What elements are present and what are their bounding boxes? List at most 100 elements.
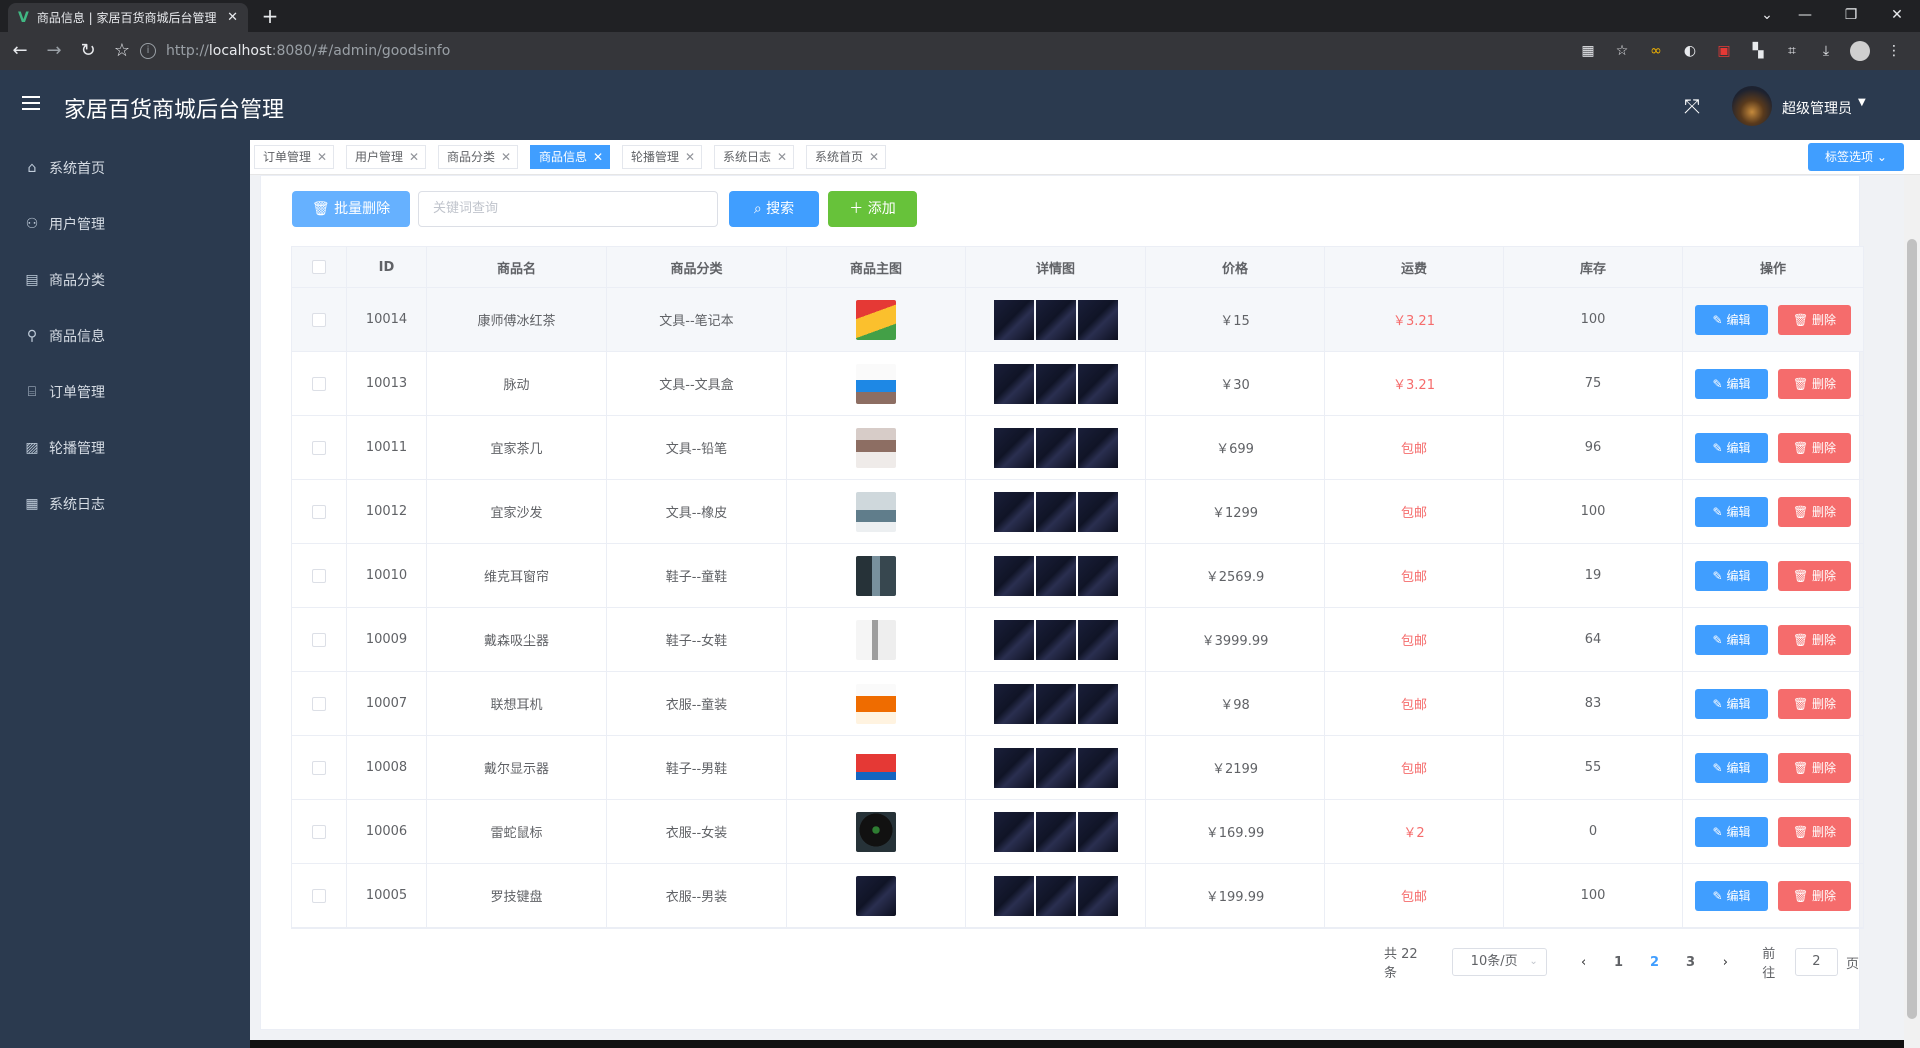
edit-button[interactable]: ✎ 编辑 bbox=[1695, 816, 1768, 847]
detail-image[interactable] bbox=[993, 683, 1034, 724]
detail-image[interactable] bbox=[1035, 875, 1076, 916]
row-checkbox[interactable] bbox=[312, 312, 326, 327]
sidebar-item[interactable]: ⚇ 用户管理 bbox=[0, 196, 250, 252]
detail-image[interactable] bbox=[1035, 747, 1076, 788]
row-checkbox[interactable] bbox=[312, 824, 326, 839]
back-icon[interactable]: ← bbox=[6, 37, 34, 65]
detail-image[interactable] bbox=[993, 363, 1034, 404]
sidebar-item[interactable]: ⚲ 商品信息 bbox=[0, 308, 250, 364]
search-button[interactable]: ⌕ 搜索 bbox=[729, 191, 819, 227]
delete-button[interactable]: 🗑 删除 bbox=[1778, 624, 1851, 655]
extension-grid-icon[interactable]: ▚ bbox=[1748, 43, 1768, 59]
row-checkbox[interactable] bbox=[312, 760, 326, 775]
product-thumbnail[interactable] bbox=[856, 299, 896, 340]
tag-item[interactable]: 用户管理 ✕ bbox=[346, 145, 427, 169]
detail-image[interactable] bbox=[1077, 811, 1118, 852]
tag-item[interactable]: 系统首页 ✕ bbox=[806, 145, 887, 169]
bookmark-star-icon[interactable]: ☆ bbox=[108, 37, 136, 65]
detail-image[interactable] bbox=[1077, 747, 1118, 788]
detail-image[interactable] bbox=[993, 811, 1034, 852]
detail-image[interactable] bbox=[1035, 363, 1076, 404]
tag-item[interactable]: 商品信息 ✕ bbox=[530, 145, 611, 169]
row-checkbox[interactable] bbox=[312, 696, 326, 711]
detail-image[interactable] bbox=[993, 619, 1034, 660]
page-scrollbar[interactable] bbox=[1904, 175, 1920, 1048]
detail-image[interactable] bbox=[993, 747, 1034, 788]
detail-image[interactable] bbox=[1077, 683, 1118, 724]
edit-button[interactable]: ✎ 编辑 bbox=[1695, 368, 1768, 399]
add-button[interactable]: ＋ 添加 bbox=[828, 191, 917, 227]
delete-button[interactable]: 🗑 删除 bbox=[1778, 304, 1851, 335]
product-thumbnail[interactable] bbox=[856, 555, 896, 596]
product-thumbnail[interactable] bbox=[856, 875, 896, 916]
detail-image[interactable] bbox=[1077, 299, 1118, 340]
edit-button[interactable]: ✎ 编辑 bbox=[1695, 560, 1768, 591]
sidebar-item[interactable]: ▦ 系统日志 bbox=[0, 476, 250, 532]
delete-button[interactable]: 🗑 删除 bbox=[1778, 432, 1851, 463]
page-number-button[interactable]: 1 bbox=[1601, 955, 1637, 970]
row-checkbox[interactable] bbox=[312, 440, 326, 455]
close-tag-icon[interactable]: ✕ bbox=[409, 150, 419, 164]
row-checkbox[interactable] bbox=[312, 504, 326, 519]
edit-button[interactable]: ✎ 编辑 bbox=[1695, 432, 1768, 463]
edit-button[interactable]: ✎ 编辑 bbox=[1695, 624, 1768, 655]
detail-image[interactable] bbox=[1077, 491, 1118, 532]
select-all-checkbox[interactable] bbox=[312, 260, 326, 274]
extension-infinity-icon[interactable]: ∞ bbox=[1646, 43, 1666, 59]
edit-button[interactable]: ✎ 编辑 bbox=[1695, 688, 1768, 719]
detail-image[interactable] bbox=[1035, 299, 1076, 340]
row-checkbox[interactable] bbox=[312, 888, 326, 903]
extension-circle-icon[interactable]: ◐ bbox=[1680, 43, 1700, 59]
delete-button[interactable]: 🗑 删除 bbox=[1778, 816, 1851, 847]
detail-image[interactable] bbox=[1077, 555, 1118, 596]
fullscreen-icon[interactable]: ⤧ bbox=[1684, 94, 1700, 118]
tag-item[interactable]: 系统日志 ✕ bbox=[714, 145, 795, 169]
page-number-button[interactable]: 2 bbox=[1637, 955, 1673, 970]
product-thumbnail[interactable] bbox=[856, 491, 896, 532]
edit-button[interactable]: ✎ 编辑 bbox=[1695, 752, 1768, 783]
row-checkbox[interactable] bbox=[312, 568, 326, 583]
row-checkbox[interactable] bbox=[312, 632, 326, 647]
sidebar-item[interactable]: ▤ 商品分类 bbox=[0, 252, 250, 308]
detail-image[interactable] bbox=[1035, 491, 1076, 532]
close-tag-icon[interactable]: ✕ bbox=[685, 150, 695, 164]
batch-delete-button[interactable]: 🗑 批量删除 bbox=[292, 191, 410, 227]
prev-page-button[interactable]: ‹ bbox=[1567, 955, 1601, 970]
sidebar-item[interactable]: ⌸ 订单管理 bbox=[0, 364, 250, 420]
edit-button[interactable]: ✎ 编辑 bbox=[1695, 880, 1768, 911]
delete-button[interactable]: 🗑 删除 bbox=[1778, 880, 1851, 911]
tag-item[interactable]: 轮播管理 ✕ bbox=[622, 145, 703, 169]
product-thumbnail[interactable] bbox=[856, 747, 896, 788]
delete-button[interactable]: 🗑 删除 bbox=[1778, 560, 1851, 591]
close-tag-icon[interactable]: ✕ bbox=[869, 150, 879, 164]
goto-page-input[interactable]: 2 bbox=[1794, 948, 1838, 976]
product-thumbnail[interactable] bbox=[856, 363, 896, 404]
detail-image[interactable] bbox=[1035, 619, 1076, 660]
crop-icon[interactable]: ⌗ bbox=[1782, 43, 1802, 59]
detail-image[interactable] bbox=[1035, 555, 1076, 596]
detail-image[interactable] bbox=[1035, 811, 1076, 852]
product-thumbnail[interactable] bbox=[856, 811, 896, 852]
address-bar[interactable]: i http://localhost:8080/#/admin/goodsinf… bbox=[140, 38, 1580, 64]
edit-button[interactable]: ✎ 编辑 bbox=[1695, 496, 1768, 527]
detail-image[interactable] bbox=[993, 875, 1034, 916]
forward-icon[interactable]: → bbox=[40, 37, 68, 65]
browser-tab[interactable]: V 商品信息 | 家居百货商城后台管理 ✕ bbox=[8, 3, 248, 32]
page-size-select[interactable]: 10条/页 ⌄ bbox=[1451, 948, 1547, 976]
tag-item[interactable]: 订单管理 ✕ bbox=[254, 145, 335, 169]
delete-button[interactable]: 🗑 删除 bbox=[1778, 368, 1851, 399]
product-thumbnail[interactable] bbox=[856, 427, 896, 468]
minimize-button[interactable]: — bbox=[1782, 0, 1828, 32]
site-info-icon[interactable]: i bbox=[140, 43, 156, 59]
download-icon[interactable]: ⤓ bbox=[1816, 43, 1836, 59]
page-number-button[interactable]: 3 bbox=[1673, 955, 1709, 970]
detail-image[interactable] bbox=[993, 299, 1034, 340]
bookmark-icon[interactable]: ☆ bbox=[1612, 43, 1632, 59]
scroll-thumb[interactable] bbox=[1907, 239, 1917, 1019]
detail-image[interactable] bbox=[1035, 683, 1076, 724]
delete-button[interactable]: 🗑 删除 bbox=[1778, 752, 1851, 783]
detail-image[interactable] bbox=[1077, 363, 1118, 404]
username[interactable]: 超级管理员 bbox=[1782, 98, 1852, 118]
sidebar-item[interactable]: ⌂ 系统首页 bbox=[0, 140, 250, 196]
collapse-menu-icon[interactable] bbox=[22, 96, 40, 110]
